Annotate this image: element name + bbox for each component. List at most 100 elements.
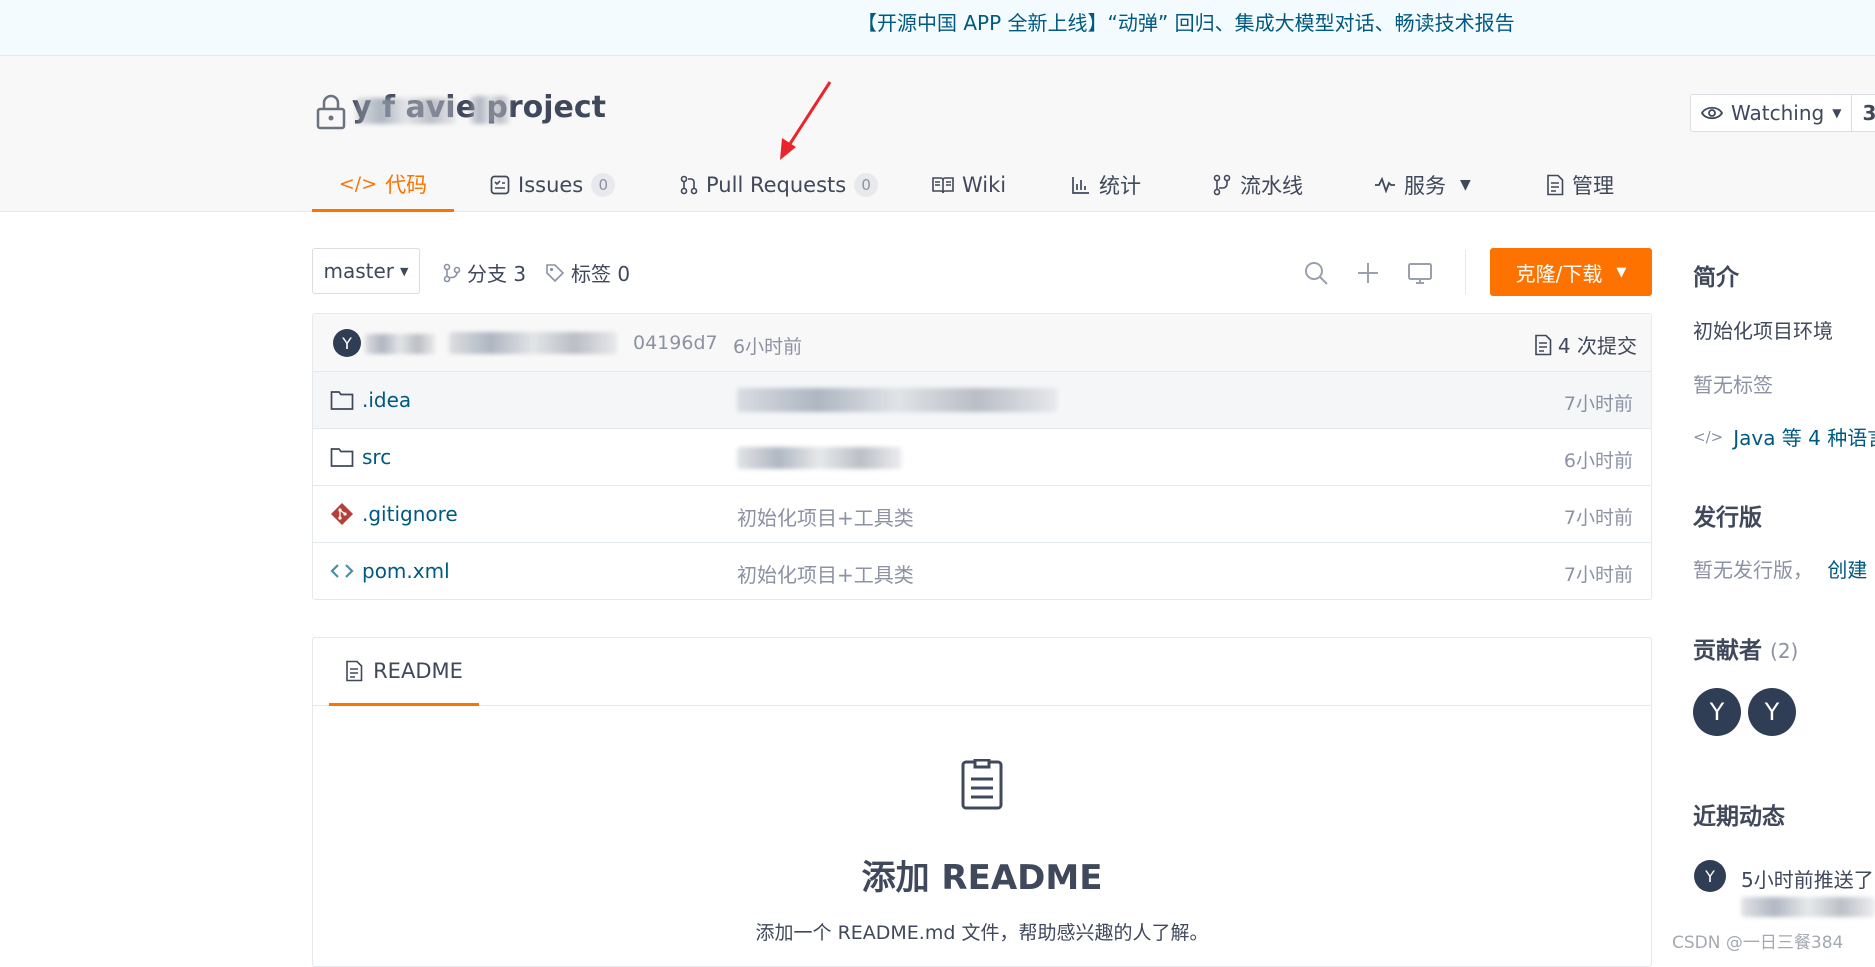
tab-issues[interactable]: Issues 0 [490, 158, 616, 212]
file-row[interactable]: .idea 7小时前 [313, 372, 1651, 429]
avatar[interactable]: Y [1693, 688, 1741, 736]
web-ide-icon[interactable] [1407, 260, 1433, 286]
lock-icon [316, 94, 346, 130]
announcement-link[interactable]: 【开源中国 APP 全新上线】“动弹” 回归、集成大模型对话、畅读技术报告 [857, 7, 1515, 36]
redaction-blur [449, 332, 617, 354]
stats-icon [1072, 177, 1089, 194]
avatar[interactable]: Y [1748, 688, 1796, 736]
commit-count-link[interactable]: 4 次提交 [1534, 330, 1637, 359]
watch-label: Watching [1731, 101, 1825, 125]
contributors-title: 贡献者 [1693, 638, 1762, 664]
tab-label: Wiki [962, 173, 1007, 197]
search-icon[interactable] [1303, 260, 1329, 286]
file-name-link[interactable]: .gitignore [362, 502, 458, 526]
watch-toggle[interactable]: Watching ▼ [1691, 95, 1853, 131]
redaction-blur [356, 98, 456, 124]
file-row[interactable]: .gitignore 初始化项目+工具类 7小时前 [313, 486, 1651, 543]
avatar[interactable]: Y [333, 329, 361, 357]
commit-message[interactable]: 初始化项目+工具类 [737, 502, 914, 531]
file-name-link[interactable]: src [362, 445, 391, 469]
tags-label: 标签 0 [571, 262, 631, 286]
branch-select[interactable]: master ▼ [312, 248, 420, 294]
branches-label: 分支 3 [467, 262, 527, 286]
tab-label: Issues [518, 173, 584, 197]
tab-label: 统计 [1099, 174, 1141, 198]
folder-icon [330, 448, 354, 467]
tab-code[interactable]: </> 代码 [312, 158, 454, 212]
wiki-icon [932, 177, 954, 194]
caret-down-icon: ▼ [1460, 177, 1471, 193]
file-name-link[interactable]: pom.xml [362, 559, 450, 583]
announcement-banner[interactable]: 【开源中国 APP 全新上线】“动弹” 回归、集成大模型对话、畅读技术报告 [0, 0, 1875, 56]
add-file-icon[interactable] [1355, 260, 1381, 286]
tags-link[interactable]: 标签 0 [545, 258, 630, 287]
redaction-blur [470, 96, 510, 124]
watch-button[interactable]: Watching ▼ 3 [1690, 94, 1875, 132]
clone-label: 克隆/下载 [1515, 261, 1603, 286]
redaction-blur [1741, 897, 1875, 917]
caret-down-icon: ▼ [400, 264, 409, 278]
avatar[interactable]: Y [1694, 860, 1726, 892]
commit-time: 6小时前 [733, 336, 803, 358]
readme-panel: README 添加 README 添加一个 README.md 文件，帮助感兴趣… [312, 637, 1652, 967]
file-name-link[interactable]: .idea [362, 388, 411, 412]
file-time: 7小时前 [1563, 564, 1633, 586]
file-list: Y 04196d7 6小时前 4 次提交 .idea 7小时前 src 6小时前 [312, 313, 1652, 600]
branches-link[interactable]: 分支 3 [443, 258, 526, 287]
tab-label: 代码 [385, 172, 428, 197]
eye-icon [1701, 106, 1723, 120]
redaction-blur [737, 388, 1057, 412]
add-readme-title[interactable]: 添加 README [313, 850, 1651, 899]
activity-text[interactable]: 5小时前推送了 [1741, 864, 1874, 893]
add-readme-desc: 添加一个 README.md 文件，帮助感兴趣的人了解。 [755, 922, 1209, 944]
latest-commit-bar: Y 04196d7 6小时前 4 次提交 [313, 314, 1651, 372]
readme-header: README [313, 638, 1651, 706]
languages-link[interactable]: </> Java 等 4 种语言 [1693, 422, 1875, 451]
toolbar-divider [1465, 250, 1466, 294]
commit-count: 4 次提交 [1557, 334, 1637, 358]
tag-icon [546, 263, 565, 282]
file-row[interactable]: pom.xml 初始化项目+工具类 7小时前 [313, 543, 1651, 600]
folder-icon [330, 391, 354, 410]
service-icon [1375, 177, 1395, 193]
release-heading: 发行版 [1693, 505, 1762, 531]
readme-tab[interactable]: README [329, 638, 479, 706]
caret-down-icon: ▼ [1616, 264, 1627, 280]
code-icon: </> [338, 172, 378, 195]
tab-manage[interactable]: 管理 [1546, 158, 1614, 212]
commit-message[interactable]: 初始化项目+工具类 [737, 559, 914, 588]
pull-requests-count-badge: 0 [854, 173, 879, 197]
readme-file-icon [346, 660, 363, 681]
pull-request-icon [680, 175, 698, 195]
tab-label: 流水线 [1240, 174, 1303, 198]
clone-download-button[interactable]: 克隆/下载 ▼ [1490, 248, 1652, 296]
commit-hash[interactable]: 04196d7 [633, 332, 718, 354]
watch-count[interactable]: 3 [1852, 95, 1875, 131]
create-release-link[interactable]: 创建 [1827, 558, 1867, 582]
file-row[interactable]: src 6小时前 [313, 429, 1651, 486]
issues-count-badge: 0 [591, 173, 616, 197]
tab-label: Pull Requests [706, 173, 847, 197]
file-time: 7小时前 [1563, 507, 1633, 529]
languages-label: Java 等 4 种语言 [1733, 426, 1875, 450]
tab-service[interactable]: 服务 ▼ [1374, 158, 1471, 212]
issues-icon [490, 175, 510, 195]
tab-pipeline[interactable]: 流水线 [1212, 158, 1303, 212]
tab-pull-requests[interactable]: Pull Requests 0 [680, 158, 879, 212]
file-time: 7小时前 [1563, 393, 1633, 415]
redaction-blur [737, 447, 902, 469]
contributors-heading: 贡献者 (2) [1693, 631, 1798, 665]
tab-label: 服务 [1404, 174, 1446, 198]
activity-heading: 近期动态 [1693, 804, 1785, 830]
readme-tab-label: README [373, 658, 463, 683]
branch-icon [443, 263, 461, 282]
contributors-count: (2) [1770, 639, 1799, 663]
tab-label: 管理 [1572, 174, 1614, 198]
intro-text: 初始化项目环境 [1693, 319, 1833, 343]
tab-stats[interactable]: 统计 [1071, 158, 1141, 212]
code-file-icon [330, 564, 354, 578]
no-tags-text: 暂无标签 [1693, 373, 1773, 397]
watermark: CSDN @一日三餐384 [1672, 933, 1844, 953]
no-release-text: 暂无发行版， [1693, 558, 1813, 582]
tab-wiki[interactable]: Wiki [932, 158, 1006, 212]
